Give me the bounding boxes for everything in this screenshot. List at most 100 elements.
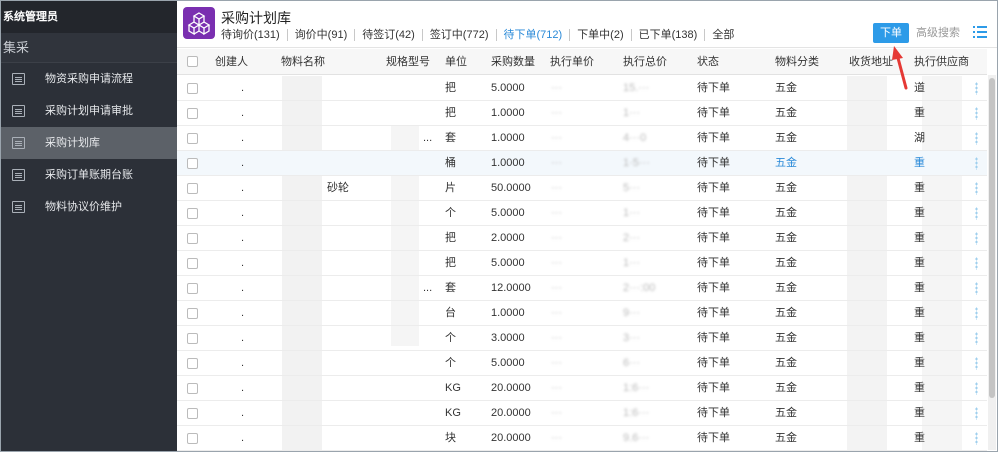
tab-pending-sign[interactable]: 待签订(42) — [354, 29, 422, 41]
cell-qty: 2.0000 — [491, 232, 525, 244]
column-header[interactable]: 单位 — [445, 49, 467, 75]
cell-unit: 块 — [445, 432, 456, 444]
main-content: 采购计划库 待询价(131) 询价中(91) 待签订(42) 签订中(772) … — [177, 1, 997, 451]
row-drag-handle[interactable] — [975, 207, 978, 220]
list-view-icon[interactable] — [973, 26, 987, 38]
table-row[interactable]: . KG 20.0000 ··· 1:6··· 待下单 五金 重 — [177, 401, 987, 426]
cell-qty: 20.0000 — [491, 432, 531, 444]
cell-unit: 个 — [445, 207, 456, 219]
cell-price: ··· — [551, 257, 562, 269]
row-drag-handle[interactable] — [975, 107, 978, 120]
column-header[interactable]: 执行单价 — [550, 49, 594, 75]
row-drag-handle[interactable] — [975, 332, 978, 345]
tab-inquiring[interactable]: 询价中(91) — [286, 29, 355, 41]
column-header[interactable]: 采购数量 — [491, 49, 535, 75]
cell-status: 待下单 — [697, 157, 730, 169]
scrollbar-thumb[interactable] — [989, 78, 995, 398]
sidebar-item-label: 采购计划库 — [45, 137, 100, 149]
cell-creator: . — [241, 257, 245, 269]
cell-price: ··· — [551, 307, 562, 319]
table-row[interactable]: .... 套 1.0000 ··· 4···0 待下单 五金 湖 — [177, 126, 987, 151]
row-drag-handle[interactable] — [975, 407, 978, 420]
tab-ordering[interactable]: 下单中(2) — [569, 29, 630, 41]
row-drag-handle[interactable] — [975, 232, 978, 245]
tab-pending-inquiry[interactable]: 待询价(131) — [221, 29, 287, 41]
tab-ordered[interactable]: 已下单(138) — [630, 29, 705, 41]
cell-status: 待下单 — [697, 232, 730, 244]
cell-price: ··· — [551, 232, 562, 244]
row-drag-handle[interactable] — [975, 132, 978, 145]
row-drag-handle[interactable] — [975, 432, 978, 445]
cell-category: 五金 — [775, 132, 797, 144]
advanced-search-button[interactable]: 高级搜索 — [915, 23, 961, 43]
column-header[interactable]: 规格型号 — [386, 49, 430, 75]
row-checkbox[interactable] — [187, 133, 198, 144]
cell-creator: . — [241, 182, 245, 194]
cell-supplier: 重 — [914, 307, 925, 319]
row-drag-handle[interactable] — [975, 307, 978, 320]
column-header[interactable]: 状态 — [697, 49, 719, 75]
table-row[interactable]: . 台 1.0000 ··· 9··· 待下单 五金 重 — [177, 301, 987, 326]
row-drag-handle[interactable] — [975, 382, 978, 395]
cell-price: ··· — [551, 407, 562, 419]
row-drag-handle[interactable] — [975, 282, 978, 295]
row-checkbox[interactable] — [187, 358, 198, 369]
table-row[interactable]: . 把 1.0000 ··· 1··· 待下单 五金 重 — [177, 101, 987, 126]
cell-status: 待下单 — [697, 257, 730, 269]
sidebar-item-plan-approval[interactable]: 采购计划申请审批 — [1, 95, 177, 127]
column-header[interactable]: 收货地址 — [849, 49, 893, 75]
row-drag-handle[interactable] — [975, 157, 978, 170]
column-header[interactable]: 物料分类 — [775, 49, 819, 75]
cell-qty: 5.0000 — [491, 82, 525, 94]
row-checkbox[interactable] — [187, 83, 198, 94]
table-row[interactable]: . 块 20.0000 ··· 9.6··· 待下单 五金 重 — [177, 426, 987, 451]
sidebar-item-material-request[interactable]: 物资采购申请流程 — [1, 63, 177, 95]
row-drag-handle[interactable] — [975, 82, 978, 95]
cell-total: 5··· — [623, 182, 641, 194]
table-row[interactable]: . KG 20.0000 ··· 1:6··· 待下单 五金 重 — [177, 376, 987, 401]
cell-category: 五金 — [775, 207, 797, 219]
row-checkbox[interactable] — [187, 383, 198, 394]
sidebar-item-agreement-price[interactable]: 物料协议价维护 — [1, 191, 177, 223]
row-checkbox[interactable] — [187, 408, 198, 419]
row-drag-handle[interactable] — [975, 182, 978, 195]
sidebar-section-jicai[interactable]: 集采 — [1, 33, 177, 63]
cell-total: 1·5··· — [623, 157, 650, 169]
row-checkbox[interactable] — [187, 183, 198, 194]
row-drag-handle[interactable] — [975, 357, 978, 370]
row-checkbox[interactable] — [187, 308, 198, 319]
table-row[interactable]: . 把 5.0000 ··· 15.··· 待下单 五金 道 — [177, 76, 987, 101]
row-checkbox[interactable] — [187, 333, 198, 344]
cell-unit: 套 — [445, 132, 456, 144]
row-checkbox[interactable] — [187, 233, 198, 244]
place-order-button[interactable]: 下单 — [873, 23, 909, 43]
row-checkbox[interactable] — [187, 283, 198, 294]
cell-price: ··· — [551, 432, 562, 444]
row-checkbox[interactable] — [187, 433, 198, 444]
table-row[interactable]: . 砂轮 片 50.0000 ··· 5··· 待下单 五金 重 — [177, 176, 987, 201]
sidebar-item-plan-library[interactable]: 采购计划库 — [1, 127, 177, 159]
table-row[interactable]: . 把 2.0000 ··· 2··· 待下单 五金 重 — [177, 226, 987, 251]
tab-pending-order[interactable]: 待下单(712) — [495, 29, 570, 41]
select-all-checkbox[interactable] — [187, 56, 198, 67]
table-row[interactable]: . 个 5.0000 ··· 6··· 待下单 五金 重 — [177, 351, 987, 376]
sidebar-item-order-ledger[interactable]: 采购订单账期台账 — [1, 159, 177, 191]
column-header[interactable]: 创建人 — [215, 49, 248, 75]
row-checkbox[interactable] — [187, 108, 198, 119]
table-row[interactable]: . 个 3.0000 ··· 3··· 待下单 五金 重 — [177, 326, 987, 351]
table-row[interactable]: . 个 5.0000 ··· 1··· 待下单 五金 重 — [177, 201, 987, 226]
table-row[interactable]: . 把 5.0000 ··· 1··· 待下单 五金 重 — [177, 251, 987, 276]
table-row[interactable]: . 桶 1.0000 ··· 1·5··· 待下单 五金 重 — [177, 151, 987, 176]
row-checkbox[interactable] — [187, 258, 198, 269]
tab-signing[interactable]: 签订中(772) — [421, 29, 496, 41]
row-drag-handle[interactable] — [975, 257, 978, 270]
row-checkbox[interactable] — [187, 158, 198, 169]
row-checkbox[interactable] — [187, 208, 198, 219]
cell-total: 2··· — [623, 232, 641, 244]
tab-all[interactable]: 全部 — [704, 29, 741, 41]
table-row[interactable]: .... 套 12.0000 ··· 2···:00 待下单 五金 重 — [177, 276, 987, 301]
column-header[interactable]: 执行总价 — [623, 49, 667, 75]
column-header[interactable]: 执行供应商 — [914, 49, 969, 75]
column-header[interactable]: 物料名称 — [281, 49, 325, 75]
document-icon — [12, 137, 25, 149]
